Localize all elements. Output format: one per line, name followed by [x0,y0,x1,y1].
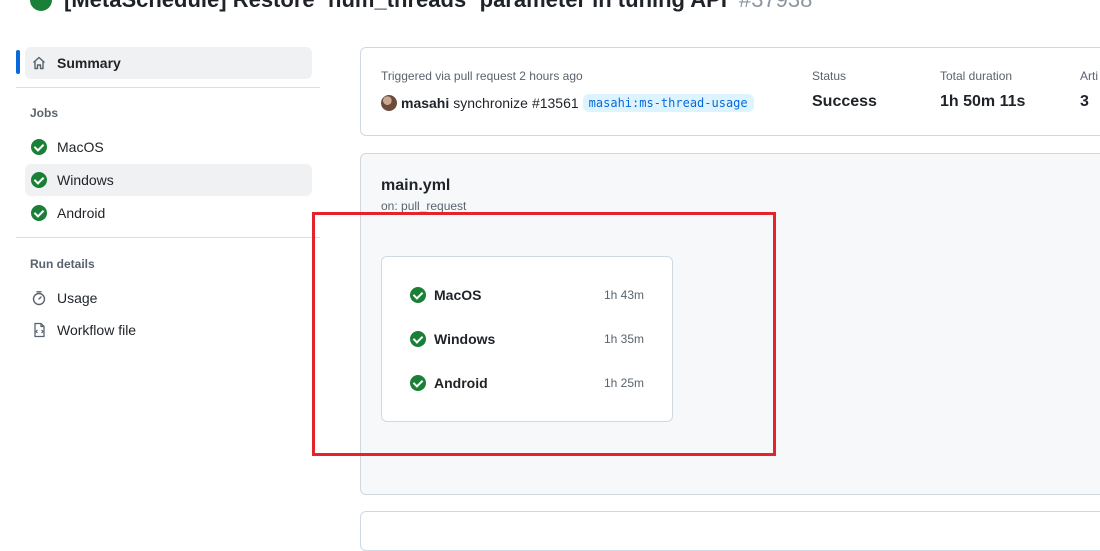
actor-link[interactable]: masahi [401,95,449,111]
status-value: Success [812,93,877,110]
duration-value: 1h 50m 11s [940,93,1026,110]
success-check-icon [30,0,52,11]
page-title: [MetaSchedule] Restore `num_threads` par… [64,0,727,13]
duration-label: Total duration [940,69,1013,83]
sidebar-item-label: Windows [57,172,114,188]
jobs-heading: Jobs [30,106,59,120]
artifacts-label: Arti [1080,69,1098,83]
sidebar-divider [16,237,320,238]
sidebar-item-label: Workflow file [57,322,137,338]
pr-link[interactable]: #13561 [532,95,579,111]
home-icon [33,56,45,70]
event-text: synchronize [453,95,528,111]
sidebar-item-windows[interactable]: Windows [25,164,312,196]
workflow-trigger: on: pull_request [381,199,467,213]
run-summary-card [360,47,1100,136]
sidebar-item-macos[interactable]: MacOS [25,131,312,163]
file-code-icon [34,322,45,338]
next-card [360,511,1100,551]
sidebar-item-usage[interactable]: Usage [25,282,312,314]
workflow-file-name: main.yml [381,177,451,194]
run-details-heading: Run details [30,257,95,271]
page-title-row: [MetaSchedule] Restore `num_threads` par… [30,0,812,14]
annotation-highlight-box [312,212,776,456]
stopwatch-icon [32,291,46,306]
trigger-text: Triggered via pull request 2 hours ago [381,69,583,83]
check-circle-icon [31,172,47,188]
status-label: Status [812,69,847,83]
sidebar-item-label: MacOS [57,139,104,155]
pr-number[interactable]: #37938 [739,0,812,13]
sidebar-divider [16,87,320,88]
check-circle-icon [31,139,47,155]
sidebar-item-label: Android [57,205,106,221]
sidebar-item-summary[interactable]: Summary [25,47,312,79]
trigger-detail: masahi synchronize #13561 masahi:ms-thre… [381,94,754,112]
sidebar-item-workflow-file[interactable]: Workflow file [25,314,312,346]
check-circle-icon [31,205,47,221]
branch-label[interactable]: masahi:ms-thread-usage [582,94,754,112]
sidebar-item-label: Usage [57,290,98,306]
sidebar-item-android[interactable]: Android [25,197,312,229]
artifacts-value[interactable]: 3 [1080,93,1089,111]
avatar[interactable] [381,95,397,111]
selected-indicator [16,50,20,74]
sidebar-item-label: Summary [57,55,121,71]
